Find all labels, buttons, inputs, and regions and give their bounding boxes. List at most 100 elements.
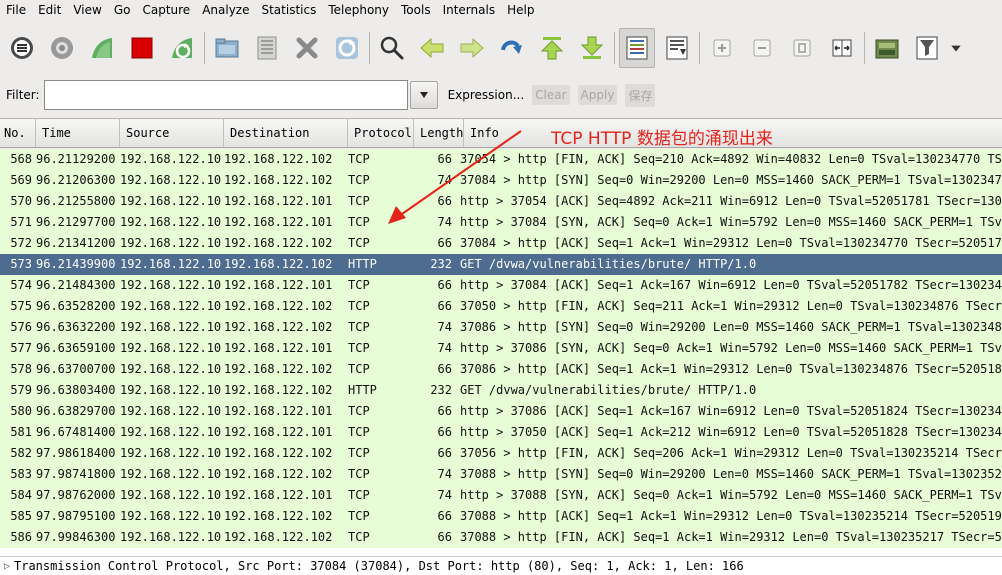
open-file-icon[interactable] (209, 28, 245, 68)
colorize-icon[interactable] (619, 28, 655, 68)
menu-edit[interactable]: Edit (32, 0, 67, 22)
column-header-source[interactable]: Source (120, 119, 224, 147)
start-capture-icon[interactable] (84, 28, 120, 68)
go-forward-icon[interactable] (454, 28, 490, 68)
packet-info: http > 37086 [SYN, ACK] Seq=0 Ack=1 Win=… (460, 341, 1002, 355)
capture-filters-icon[interactable] (869, 28, 905, 68)
packet-source: 192.168.122.10 (120, 530, 222, 544)
packet-row[interactable]: 575 96.63528200 192.168.122.10 192.168.122.… (0, 296, 1002, 317)
packet-row[interactable]: 586 97.99846300 192.168.122.10 192.168.122.… (0, 527, 1002, 548)
packet-protocol: TCP (348, 194, 370, 208)
clear-button[interactable]: Clear (532, 85, 570, 105)
zoom-out-icon[interactable] (744, 28, 780, 68)
packet-row[interactable]: 584 97.98762000 192.168.122.10 192.168.122.… (0, 485, 1002, 506)
go-first-icon[interactable] (534, 28, 570, 68)
toolbar-overflow-icon[interactable] (949, 28, 963, 68)
packet-time: 96.63829700 (36, 404, 116, 418)
reload-icon[interactable] (329, 28, 365, 68)
menu-tools[interactable]: Tools (395, 0, 437, 22)
resize-columns-icon[interactable] (824, 28, 860, 68)
packet-row[interactable]: 580 96.63829700 192.168.122.10 192.168.122.… (0, 401, 1002, 422)
menu-telephony[interactable]: Telephony (322, 0, 395, 22)
packet-source: 192.168.122.10 (120, 509, 222, 523)
packet-row[interactable]: 573 96.21439900 192.168.122.10 192.168.122.… (0, 254, 1002, 275)
packet-length: 74 (437, 488, 452, 502)
menu-file[interactable]: File (0, 0, 32, 22)
packet-row[interactable]: 574 96.21484300 192.168.122.10 192.168.122.… (0, 275, 1002, 296)
packet-row[interactable]: 577 96.63659100 192.168.122.10 192.168.122.… (0, 338, 1002, 359)
go-to-packet-icon[interactable] (494, 28, 530, 68)
save-file-icon[interactable] (249, 28, 285, 68)
packet-length: 66 (437, 278, 452, 292)
packet-time: 97.98618400 (36, 446, 116, 460)
packet-row[interactable]: 579 96.63803400 192.168.122.10 192.168.122.… (0, 380, 1002, 401)
packet-row[interactable]: 582 97.98618400 192.168.122.10 192.168.122.… (0, 443, 1002, 464)
zoom-in-icon[interactable] (704, 28, 740, 68)
menu-capture[interactable]: Capture (136, 0, 196, 22)
packet-destination: 192.168.122.102 (224, 320, 333, 334)
toolbar-separator (204, 32, 205, 64)
packet-no: 582 (10, 446, 32, 460)
packet-length: 66 (437, 194, 452, 208)
toolbar-separator (864, 32, 865, 64)
go-last-icon[interactable] (574, 28, 610, 68)
menu-statistics[interactable]: Statistics (255, 0, 322, 22)
column-header-length[interactable]: Length (414, 119, 464, 147)
packet-row[interactable]: 583 97.98741800 192.168.122.10 192.168.122.… (0, 464, 1002, 485)
packet-row[interactable]: 568 96.21129200 192.168.122.10 192.168.122.… (0, 149, 1002, 170)
packet-length: 74 (437, 341, 452, 355)
column-header-destination[interactable]: Destination (224, 119, 348, 147)
packet-length: 74 (437, 215, 452, 229)
column-header-no[interactable]: No. (0, 119, 36, 147)
menu-analyze[interactable]: Analyze (196, 0, 255, 22)
packet-info: 37050 > http [FIN, ACK] Seq=211 Ack=1 Wi… (460, 299, 1002, 313)
packet-row[interactable]: 576 96.63632200 192.168.122.10 192.168.122.… (0, 317, 1002, 338)
close-file-icon[interactable] (289, 28, 325, 68)
packet-length: 74 (437, 467, 452, 481)
packet-detail-line[interactable]: Transmission Control Protocol, Src Port:… (14, 557, 744, 575)
packet-time: 97.98762000 (36, 488, 116, 502)
packet-row[interactable]: 578 96.63700700 192.168.122.10 192.168.122.… (0, 359, 1002, 380)
packet-info: 37086 > http [SYN] Seq=0 Win=29200 Len=0… (460, 320, 1002, 334)
autoscroll-icon[interactable] (659, 28, 695, 68)
filter-input[interactable] (43, 80, 408, 110)
packet-row[interactable]: 585 97.98795100 192.168.122.10 192.168.122.… (0, 506, 1002, 527)
packet-row[interactable]: 571 96.21297700 192.168.122.10 192.168.122.… (0, 212, 1002, 233)
packet-row[interactable]: 572 96.21341200 192.168.122.10 192.168.122.… (0, 233, 1002, 254)
menu-go[interactable]: Go (108, 0, 137, 22)
packet-time: 96.67481400 (36, 425, 116, 439)
column-header-protocol[interactable]: Protocol (348, 119, 414, 147)
capture-options-icon[interactable] (44, 28, 80, 68)
stop-capture-icon[interactable] (124, 28, 160, 68)
apply-button[interactable]: Apply (577, 85, 618, 105)
packet-length: 66 (437, 362, 452, 376)
expand-triangle-icon[interactable]: ▷ (0, 557, 14, 575)
packet-protocol: TCP (348, 341, 370, 355)
packet-destination: 192.168.122.101 (224, 215, 333, 229)
packet-destination: 192.168.122.101 (224, 341, 333, 355)
menu-internals[interactable]: Internals (437, 0, 502, 22)
expression-button[interactable]: Expression... (448, 88, 525, 102)
packet-length: 66 (437, 509, 452, 523)
normal-size-icon[interactable] (784, 28, 820, 68)
column-header-time[interactable]: Time (36, 119, 120, 147)
interface-list-icon[interactable] (4, 28, 40, 68)
packet-length: 66 (437, 236, 452, 250)
menu-help[interactable]: Help (501, 0, 540, 22)
menu-view[interactable]: View (67, 0, 107, 22)
display-filters-icon[interactable] (909, 28, 945, 68)
save-filter-button[interactable]: 保存 (625, 83, 656, 107)
packet-row[interactable]: 570 96.21255800 192.168.122.10 192.168.122.… (0, 191, 1002, 212)
packet-time: 96.63632200 (36, 320, 116, 334)
go-back-icon[interactable] (414, 28, 450, 68)
packet-row[interactable]: 569 96.21206300 192.168.122.10 192.168.122.… (0, 170, 1002, 191)
find-packet-icon[interactable] (374, 28, 410, 68)
packet-row[interactable]: 581 96.67481400 192.168.122.10 192.168.122.… (0, 422, 1002, 443)
filter-dropdown-button[interactable] (409, 81, 438, 109)
packet-source: 192.168.122.10 (120, 362, 222, 376)
packet-source: 192.168.122.10 (120, 383, 222, 397)
packet-length: 232 (430, 257, 452, 271)
restart-capture-icon[interactable] (164, 28, 200, 68)
packet-destination: 192.168.122.102 (224, 530, 333, 544)
packet-length: 66 (437, 425, 452, 439)
